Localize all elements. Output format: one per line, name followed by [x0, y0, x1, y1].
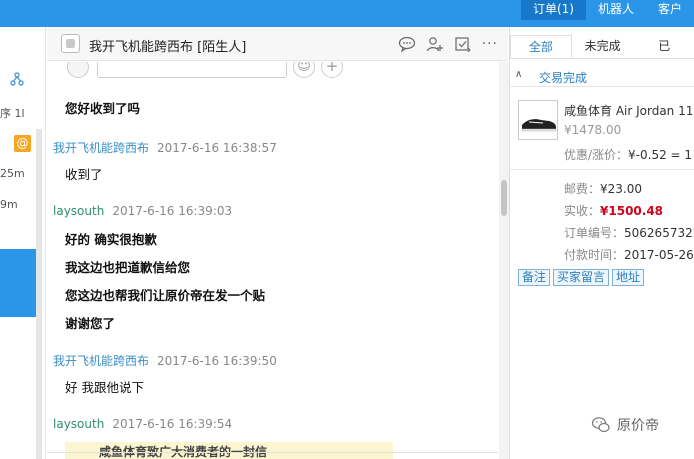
divider: [47, 452, 498, 453]
pay-time-label: 付款时间：: [564, 248, 625, 262]
product-price: ¥1478.00: [564, 123, 622, 137]
divider: [510, 169, 694, 170]
watermark-text: 原价帝: [617, 418, 659, 434]
tab-all[interactable]: 全部: [510, 35, 572, 58]
chat-header-actions: ···: [398, 36, 498, 52]
top-bar: 订单(1) 机器人 客户: [0, 0, 694, 27]
chat-header: 我开飞机能跨西布 [陌生人] ···: [47, 27, 508, 61]
message-text: 您好收到了吗: [65, 101, 141, 116]
sort-label: 序 1l: [0, 107, 25, 120]
paid-row: 实收：¥1500.48: [564, 202, 663, 219]
message-time: 2017-6-16 16:38:57: [157, 141, 277, 155]
chat-scrollbar-thumb[interactable]: [501, 180, 507, 216]
paid-value: ¥1500.48: [600, 204, 664, 218]
tab-customer[interactable]: 客户: [646, 0, 694, 20]
sender-name[interactable]: 我开飞机能跨西布: [53, 354, 149, 368]
add-contact-icon[interactable]: [426, 36, 444, 52]
microphone-icon: [67, 62, 89, 78]
message-meta: laysouth 2017-6-16 16:39:03: [53, 204, 232, 218]
shipping-value: ¥23.00: [600, 182, 643, 196]
order-number-row: 订单编号：5062657322: [564, 224, 694, 241]
pay-time-row: 付款时间：2017-05-26 2: [564, 246, 694, 263]
network-icon[interactable]: [10, 72, 24, 86]
discount-label: 优惠/涨价：: [564, 148, 629, 162]
message-text: 好 我跟他说下: [65, 380, 144, 395]
tab-orders[interactable]: 订单(1): [520, 0, 586, 20]
task-icon[interactable]: [454, 36, 472, 52]
avatar[interactable]: [61, 34, 80, 53]
at-mention-icon[interactable]: @: [14, 135, 31, 152]
message-meta: 我开飞机能跨西布 2017-6-16 16:38:57: [53, 139, 277, 156]
embedded-input-preview: ☺ +: [67, 62, 347, 78]
product-thumbnail[interactable]: [518, 100, 558, 140]
left-scrollbar[interactable]: [36, 129, 42, 459]
order-subtabs: 全部 未完成 已: [510, 35, 694, 59]
message-meta: 我开飞机能跨西布 2017-6-16 16:39:50: [53, 352, 277, 369]
order-status-row[interactable]: ∧ 交易完成: [510, 67, 694, 87]
sneaker-icon: [521, 119, 557, 132]
message-text: 收到了: [65, 167, 103, 182]
pay-time-value: 2017-05-26 2: [624, 248, 694, 262]
sender-name[interactable]: laysouth: [53, 204, 104, 218]
discount-row: 优惠/涨价：¥-0.52 = 1: [564, 146, 692, 163]
input-preview-box: [97, 62, 287, 78]
message-time: 2017-6-16 16:39:54: [112, 417, 233, 431]
wechat-logo-icon: [591, 417, 610, 433]
message-text: 谢谢您了: [65, 316, 116, 331]
selected-contact[interactable]: [0, 249, 36, 317]
chevron-up-icon[interactable]: ∧: [515, 69, 522, 80]
order-number-value: 5062657322: [624, 226, 694, 240]
shipping-row: 邮费：¥23.00: [564, 180, 642, 197]
message-text: 我这边也把道歉信给您: [65, 260, 191, 275]
message-meta: laysouth 2017-6-16 16:39:54: [53, 417, 232, 431]
chat-bubble-icon[interactable]: [398, 36, 416, 52]
distance-label: 9m: [0, 198, 18, 211]
more-icon[interactable]: ···: [482, 37, 498, 51]
message-list: ☺ + 您好收到了吗 我开飞机能跨西布 2017-6-16 16:38:57 收到…: [47, 62, 498, 459]
highlighted-message-text: 咸鱼体育致广大消费者的一封信: [99, 445, 268, 459]
tab-unfinished[interactable]: 未完成: [572, 35, 634, 58]
note-button[interactable]: 备注: [518, 269, 551, 286]
watermark: 原价帝: [591, 415, 659, 435]
message-time: 2017-6-16 16:39:03: [112, 204, 233, 218]
message-text: 您这边也帮我们让原价帝在发一个贴: [65, 288, 266, 303]
emoji-icon: ☺: [293, 62, 315, 78]
discount-value: ¥-0.52 = 1: [628, 148, 693, 162]
address-button[interactable]: 地址: [612, 269, 645, 286]
distance-label: 25m: [0, 167, 25, 180]
plus-icon: +: [321, 62, 343, 78]
app-window: 订单(1) 机器人 客户 序 1l @ 25m 9m 我开飞机能跨西布 [陌生人…: [0, 0, 694, 459]
order-actions: 备注 买家留言 地址: [518, 269, 645, 286]
order-status: 交易完成: [539, 71, 588, 85]
left-contact-strip: 序 1l @ 25m 9m: [0, 27, 46, 459]
tab-finished[interactable]: 已: [633, 35, 694, 58]
sender-name[interactable]: 我开飞机能跨西布: [53, 141, 149, 155]
paid-label: 实收：: [564, 204, 601, 218]
right-top-tabs: 订单(1) 机器人 客户: [520, 0, 694, 20]
chat-scrollbar[interactable]: [499, 62, 509, 459]
product-title[interactable]: 咸鱼体育 Air Jordan 11 L: [564, 102, 694, 119]
order-number-label: 订单编号：: [564, 226, 625, 240]
shipping-label: 邮费：: [564, 182, 601, 196]
tab-robot[interactable]: 机器人: [586, 0, 646, 20]
sender-name[interactable]: laysouth: [53, 417, 104, 431]
chat-title: 我开飞机能跨西布 [陌生人]: [89, 40, 247, 55]
order-panel: 全部 未完成 已 ∧ 交易完成 咸鱼体育 Air Jordan 11 L ¥14…: [509, 27, 694, 459]
message-text: 好的 确实很抱歉: [65, 232, 157, 247]
buyer-message-button[interactable]: 买家留言: [553, 269, 610, 286]
message-time: 2017-6-16 16:39:50: [157, 354, 277, 368]
